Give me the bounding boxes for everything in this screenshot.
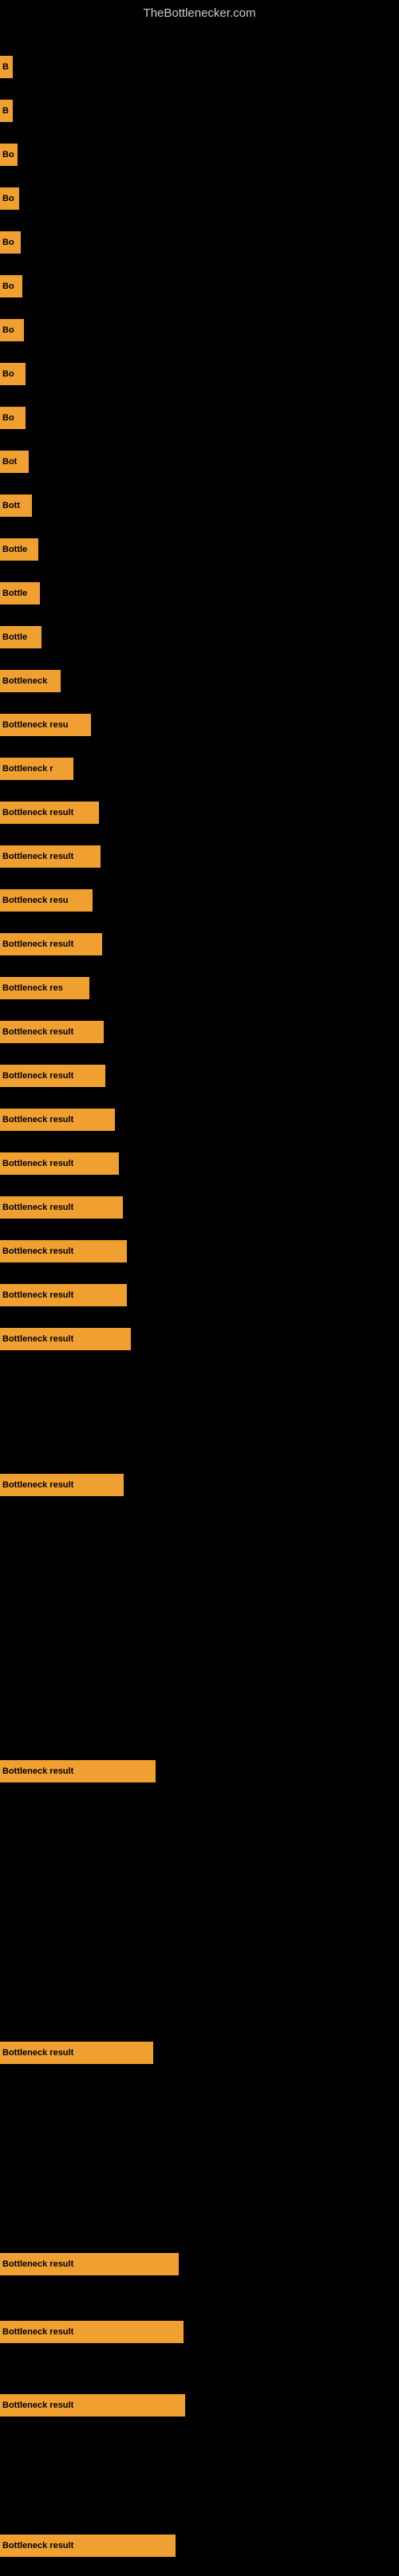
bar-row-10: Bot bbox=[0, 451, 29, 473]
bar-label-19: Bottleneck result bbox=[2, 852, 73, 861]
bar-label-23: Bottleneck result bbox=[2, 1027, 73, 1037]
bar-row-20: Bottleneck resu bbox=[0, 889, 93, 912]
bar-row-9: Bo bbox=[0, 407, 26, 429]
bar-label-9: Bo bbox=[2, 413, 14, 423]
bar-label-25: Bottleneck result bbox=[2, 1115, 73, 1125]
bar-label-1: B bbox=[2, 62, 9, 72]
bar-row-8: Bo bbox=[0, 363, 26, 385]
bar-label-24: Bottleneck result bbox=[2, 1071, 73, 1081]
bar-row-29: Bottleneck result bbox=[0, 1284, 127, 1306]
bar-label-5: Bo bbox=[2, 238, 14, 247]
bar-label-4: Bo bbox=[2, 194, 14, 203]
bar-row-22: Bottleneck res bbox=[0, 977, 89, 999]
bar-row-7: Bo bbox=[0, 319, 24, 341]
bar-label-36: Bottleneck result bbox=[2, 2401, 73, 2410]
bar-label-20: Bottleneck resu bbox=[2, 896, 69, 905]
bar-label-10: Bot bbox=[2, 457, 17, 467]
bar-label-30: Bottleneck result bbox=[2, 1334, 73, 1344]
bar-label-12: Bottle bbox=[2, 545, 27, 554]
bar-row-27: Bottleneck result bbox=[0, 1196, 123, 1219]
bar-label-8: Bo bbox=[2, 369, 14, 379]
bar-label-31: Bottleneck result bbox=[2, 1480, 73, 1490]
bar-label-21: Bottleneck result bbox=[2, 939, 73, 949]
bar-label-11: Bott bbox=[2, 501, 20, 510]
bar-row-4: Bo bbox=[0, 187, 19, 210]
bar-label-2: B bbox=[2, 106, 9, 116]
bar-label-27: Bottleneck result bbox=[2, 1203, 73, 1212]
bar-row-34: Bottleneck result bbox=[0, 2253, 179, 2275]
bar-row-31: Bottleneck result bbox=[0, 1474, 124, 1496]
bar-label-28: Bottleneck result bbox=[2, 1247, 73, 1256]
bar-row-21: Bottleneck result bbox=[0, 933, 102, 955]
bar-label-16: Bottleneck resu bbox=[2, 720, 69, 730]
site-title: TheBottlenecker.com bbox=[144, 6, 256, 20]
bar-row-14: Bottle bbox=[0, 626, 41, 648]
bar-row-17: Bottleneck r bbox=[0, 758, 73, 780]
bar-row-5: Bo bbox=[0, 231, 21, 254]
bar-label-18: Bottleneck result bbox=[2, 808, 73, 817]
bar-label-35: Bottleneck result bbox=[2, 2327, 73, 2337]
bar-row-13: Bottle bbox=[0, 582, 40, 605]
bar-row-23: Bottleneck result bbox=[0, 1021, 104, 1043]
bar-row-6: Bo bbox=[0, 275, 22, 297]
bar-label-32: Bottleneck result bbox=[2, 1767, 73, 1776]
bar-row-3: Bo bbox=[0, 144, 18, 166]
bar-label-14: Bottle bbox=[2, 632, 27, 642]
bar-row-1: B bbox=[0, 56, 13, 78]
bar-row-35: Bottleneck result bbox=[0, 2321, 184, 2343]
bar-row-2: B bbox=[0, 100, 13, 122]
bar-row-36: Bottleneck result bbox=[0, 2394, 185, 2416]
bar-label-6: Bo bbox=[2, 282, 14, 291]
bar-row-28: Bottleneck result bbox=[0, 1240, 127, 1262]
bar-label-29: Bottleneck result bbox=[2, 1290, 73, 1300]
bar-row-15: Bottleneck bbox=[0, 670, 61, 692]
bar-label-7: Bo bbox=[2, 325, 14, 335]
bar-row-33: Bottleneck result bbox=[0, 2042, 153, 2064]
bar-label-17: Bottleneck r bbox=[2, 764, 53, 774]
bar-label-26: Bottleneck result bbox=[2, 1159, 73, 1168]
bar-row-32: Bottleneck result bbox=[0, 1760, 156, 1782]
bar-row-24: Bottleneck result bbox=[0, 1065, 105, 1087]
bar-row-12: Bottle bbox=[0, 538, 38, 561]
bar-label-22: Bottleneck res bbox=[2, 983, 63, 993]
site-title-container: TheBottlenecker.com bbox=[0, 0, 399, 24]
bar-row-37: Bottleneck result bbox=[0, 2535, 176, 2557]
bar-row-11: Bott bbox=[0, 494, 32, 517]
bars-container: B B Bo Bo Bo Bo Bo Bo Bo Bot Bott Bottle Bottle Bottl… bbox=[0, 24, 399, 2576]
bar-label-33: Bottleneck result bbox=[2, 2048, 73, 2058]
bar-row-25: Bottleneck result bbox=[0, 1109, 115, 1131]
bar-label-15: Bottleneck bbox=[2, 676, 47, 686]
bar-label-34: Bottleneck result bbox=[2, 2259, 73, 2269]
bar-row-26: Bottleneck result bbox=[0, 1152, 119, 1175]
bar-label-13: Bottle bbox=[2, 589, 27, 598]
bar-label-37: Bottleneck result bbox=[2, 2541, 73, 2550]
bar-label-3: Bo bbox=[2, 150, 14, 160]
bar-row-16: Bottleneck resu bbox=[0, 714, 91, 736]
bar-row-18: Bottleneck result bbox=[0, 802, 99, 824]
bar-row-30: Bottleneck result bbox=[0, 1328, 131, 1350]
bar-row-19: Bottleneck result bbox=[0, 845, 101, 868]
